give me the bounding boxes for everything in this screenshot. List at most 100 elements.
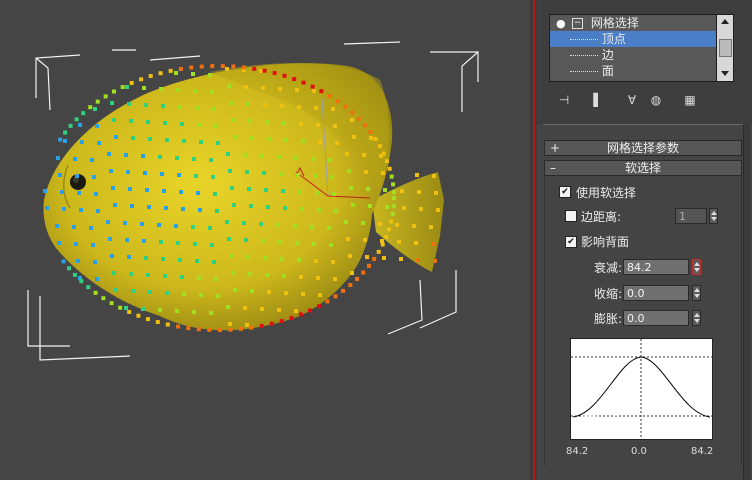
vertex-dot — [417, 190, 421, 194]
make-unique-icon[interactable]: ∀ — [623, 92, 641, 108]
stack-item-label: 边 — [601, 48, 614, 62]
watermark-text-bai: Bai — [582, 410, 620, 437]
vertex-dot — [345, 152, 349, 156]
scroll-down-arrow-icon[interactable] — [721, 71, 729, 76]
vertex-dot — [210, 243, 214, 247]
active-viewport-border — [533, 0, 535, 480]
vertex-dot — [68, 123, 73, 128]
vertex-dot — [213, 192, 217, 196]
vertex-dot — [376, 249, 381, 254]
stack-scrollbar[interactable] — [716, 14, 734, 82]
vertex-dot — [79, 208, 83, 212]
panel-divider — [543, 124, 745, 125]
stack-item-vertex[interactable]: 顶点 — [550, 31, 716, 47]
scroll-thumb[interactable] — [719, 39, 732, 57]
vertex-dot — [283, 206, 287, 210]
affect-backfacing-checkbox[interactable]: ✔ — [565, 236, 577, 248]
stack-item-face[interactable]: 面 — [550, 63, 716, 79]
vertex-dot — [230, 186, 234, 190]
vertex-dot — [225, 67, 229, 71]
vertex-dot — [191, 225, 195, 229]
vertex-dot — [431, 242, 435, 246]
edge-distance-checkbox[interactable] — [565, 210, 577, 222]
vertex-dot — [210, 64, 215, 69]
vertex-dot — [279, 319, 284, 324]
vertex-dot — [433, 259, 437, 263]
falloff-spinner[interactable] — [692, 259, 701, 275]
vertex-dot — [292, 77, 297, 82]
rollout-soft-selection[interactable]: – 软选择 — [544, 160, 742, 176]
panel-scroll-track[interactable] — [743, 124, 750, 480]
vertex-dot — [129, 80, 134, 85]
vertex-dot — [159, 240, 163, 244]
vertex-dot — [299, 122, 303, 126]
use-soft-selection-checkbox[interactable]: ✔ — [559, 186, 571, 198]
vertex-dot — [244, 238, 248, 242]
vertex-dot — [387, 166, 392, 171]
vertex-dot — [76, 259, 80, 263]
stack-item-label: 面 — [601, 64, 614, 78]
pinch-field[interactable]: 0.0 — [623, 285, 689, 301]
vertex-dot — [365, 255, 369, 259]
vertex-dot — [216, 141, 220, 145]
stack-item-mesh-select[interactable]: ● − 网格选择 — [550, 15, 716, 31]
scroll-up-arrow-icon[interactable] — [721, 19, 729, 24]
vertex-dot — [112, 118, 116, 122]
watermark-text-jingyan: 经验 — [657, 418, 702, 443]
vertex-dot — [316, 304, 321, 309]
vertex-dot — [186, 326, 191, 331]
pinch-spinner[interactable] — [692, 285, 701, 301]
bubble-field[interactable]: 0.0 — [623, 310, 689, 326]
vertex-dot — [95, 124, 99, 128]
vertex-dot — [168, 68, 173, 73]
pin-stack-icon[interactable]: ⊣ — [555, 92, 573, 108]
vertex-dot — [260, 307, 264, 311]
rollout-mesh-select-params[interactable]: + 网格选择参数 — [544, 140, 742, 156]
vertex-dot — [165, 138, 169, 142]
vertex-dot — [174, 224, 178, 228]
vertex-dot — [317, 208, 321, 212]
vertex-dot — [381, 171, 385, 175]
vertex-dot — [109, 169, 113, 173]
vertex-dot — [110, 101, 114, 105]
vertex-dot — [182, 292, 186, 296]
modifier-stack-list[interactable]: ● − 网格选择 顶点 边 面 — [549, 14, 717, 82]
edge-distance-spinner[interactable] — [709, 208, 718, 224]
collapse-toggle-icon[interactable]: − — [572, 18, 583, 29]
remove-modifier-icon[interactable]: ◍ — [647, 92, 665, 108]
vertex-dot — [294, 309, 298, 313]
show-end-result-icon[interactable]: ▌ — [589, 92, 607, 108]
vertex-dot — [228, 327, 233, 332]
vertex-dot — [136, 313, 141, 318]
vertex-dot — [208, 73, 212, 77]
falloff-field[interactable]: 84.2 — [623, 259, 689, 275]
vertex-dot — [262, 68, 267, 73]
edge-distance-field[interactable]: 1 — [675, 208, 707, 224]
vertex-dot — [415, 173, 419, 177]
vertex-dot — [319, 89, 324, 94]
edge-distance-label: 边距离: — [581, 210, 622, 224]
vertex-dot — [252, 66, 257, 71]
perspective-viewport[interactable]: Bai — [0, 0, 530, 480]
vertex-dot — [58, 173, 62, 177]
vertex-dot — [95, 277, 99, 281]
bubble-spinner[interactable] — [692, 310, 701, 326]
configure-sets-icon[interactable]: ▦ — [681, 92, 699, 108]
vertex-dot — [228, 322, 232, 326]
vertex-dot — [399, 257, 403, 261]
lightbulb-icon[interactable]: ● — [556, 16, 566, 32]
vertex-dot — [350, 271, 354, 275]
vertex-dot — [127, 102, 131, 106]
vertex-dot — [79, 279, 84, 284]
stack-item-edge[interactable]: 边 — [550, 47, 716, 63]
vertex-dot — [282, 121, 286, 125]
vertex-dot — [199, 140, 203, 144]
vertex-dot — [368, 204, 372, 208]
vertex-dot — [74, 117, 79, 122]
vertex-dot — [293, 224, 297, 228]
vertex-dot — [114, 135, 118, 139]
vertex-dot — [78, 123, 82, 127]
vertex-dot — [163, 274, 167, 278]
vertex-dot — [141, 307, 145, 311]
vertex-dot — [392, 196, 396, 200]
